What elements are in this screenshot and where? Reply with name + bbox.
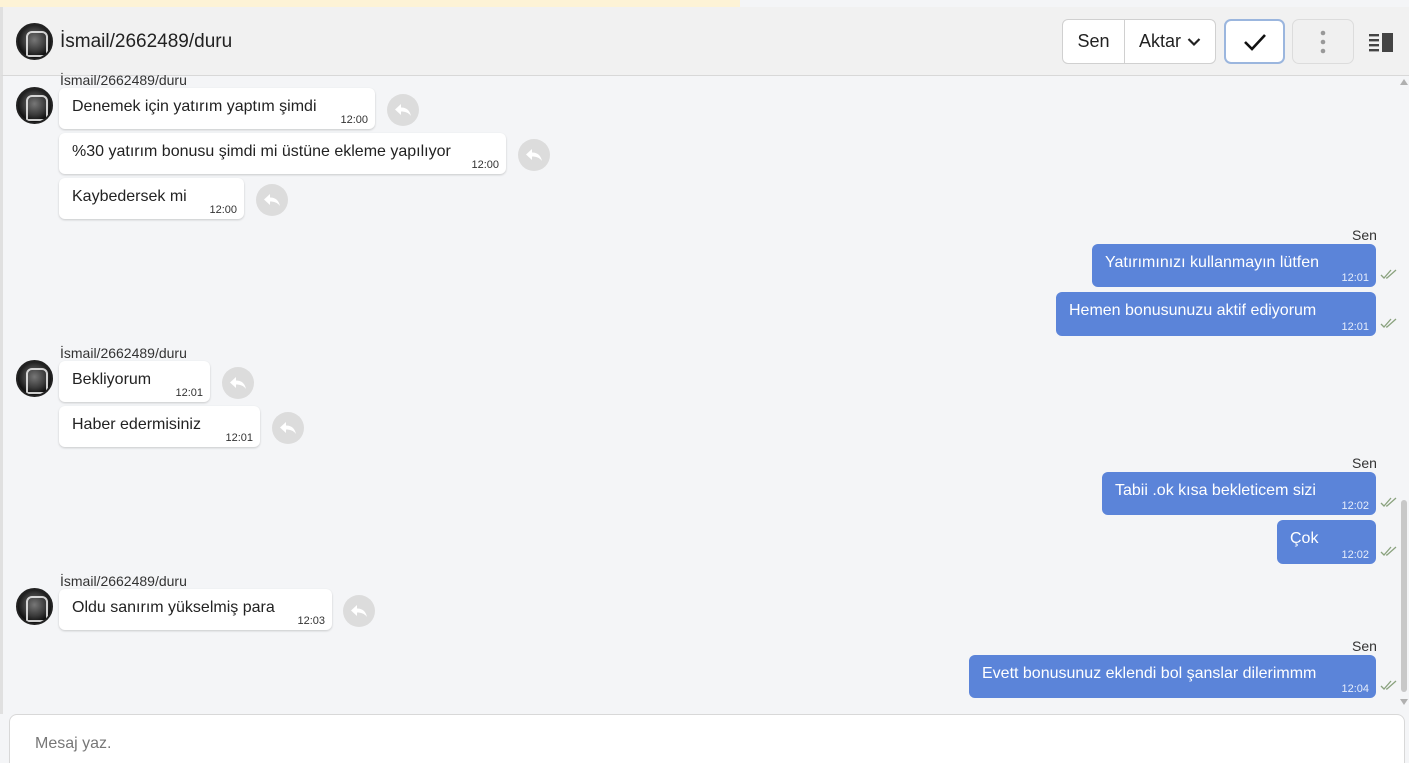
incoming-message[interactable]: Oldu sanırım yükselmiş para 12:03 <box>59 589 332 630</box>
message-time: 12:01 <box>225 432 253 444</box>
message-list[interactable]: İsmail/2662489/duru Denemek için yatırım… <box>0 72 1409 714</box>
incoming-message[interactable]: Kaybedersek mi 12:00 <box>59 178 244 219</box>
assign-self-button[interactable]: Sen <box>1063 20 1125 63</box>
outgoing-message[interactable]: Hemen bonusunuzu aktif ediyorum 12:01 <box>1056 292 1376 336</box>
reply-button[interactable] <box>256 184 288 216</box>
notification-strip <box>0 0 740 7</box>
message-text: Hemen bonusunuzu aktif ediyorum <box>1069 302 1317 319</box>
more-options-button[interactable] <box>1292 19 1354 64</box>
message-text: Haber edermisiniz <box>72 416 201 433</box>
scroll-down-arrow[interactable] <box>1400 699 1408 705</box>
message-time: 12:00 <box>209 204 237 216</box>
chevron-down-icon <box>1187 37 1201 46</box>
sender-name: İsmail/2662489/duru <box>60 72 187 88</box>
message-time: 12:02 <box>1341 549 1369 561</box>
sender-avatar <box>16 87 53 124</box>
reply-icon <box>526 149 542 161</box>
message-text: Oldu sanırım yükselmiş para <box>72 599 275 616</box>
sender-name: Sen <box>1352 638 1377 654</box>
check-icon <box>1243 33 1266 51</box>
read-receipt-icon <box>1380 546 1397 556</box>
message-text: Kaybedersek mi <box>72 188 187 205</box>
message-text: %30 yatırım bonusu şimdi mi üstüne eklem… <box>72 143 451 160</box>
chat-header: İsmail/2662489/duru Sen Aktar <box>0 7 1409 76</box>
scrollbar-thumb[interactable] <box>1401 500 1407 692</box>
reply-icon <box>280 422 296 434</box>
message-time: 12:01 <box>175 387 203 399</box>
reply-button[interactable] <box>222 367 254 399</box>
sender-name: Sen <box>1352 227 1377 243</box>
transfer-dropdown-button[interactable]: Aktar <box>1125 20 1215 63</box>
message-time: 12:00 <box>340 114 368 126</box>
sender-name: İsmail/2662489/duru <box>60 345 187 361</box>
side-panel-icon <box>1369 33 1393 52</box>
reply-button[interactable] <box>518 139 550 171</box>
read-receipt-icon <box>1380 497 1397 507</box>
message-time: 12:02 <box>1341 500 1369 512</box>
incoming-message[interactable]: Haber edermisiniz 12:01 <box>59 406 260 447</box>
outgoing-message[interactable]: Tabii .ok kısa bekleticem sizi 12:02 <box>1102 472 1376 515</box>
read-receipt-icon <box>1380 318 1397 328</box>
more-vertical-icon <box>1320 30 1326 53</box>
reply-icon <box>395 104 411 116</box>
reply-button[interactable] <box>343 595 375 627</box>
read-receipt-icon <box>1380 269 1397 279</box>
reply-button[interactable] <box>387 94 419 126</box>
outgoing-message[interactable]: Yatırımınızı kullanmayın lütfen 12:01 <box>1092 244 1376 287</box>
resolve-button[interactable] <box>1224 19 1285 64</box>
message-text: Tabii .ok kısa bekleticem sizi <box>1115 482 1316 499</box>
incoming-message[interactable]: %30 yatırım bonusu şimdi mi üstüne eklem… <box>59 133 506 174</box>
message-text: Denemek için yatırım yaptım şimdi <box>72 98 317 115</box>
message-composer <box>9 714 1405 763</box>
message-time: 12:03 <box>297 615 325 627</box>
message-time: 12:04 <box>1341 683 1369 695</box>
incoming-message[interactable]: Denemek için yatırım yaptım şimdi 12:00 <box>59 88 375 129</box>
message-text: Çok <box>1290 530 1319 547</box>
assign-button-group: Sen Aktar <box>1062 19 1216 64</box>
message-text: Bekliyorum <box>72 371 152 388</box>
message-time: 12:01 <box>1341 321 1369 333</box>
read-receipt-icon <box>1380 680 1397 690</box>
sender-name: İsmail/2662489/duru <box>60 573 187 589</box>
message-time: 12:00 <box>471 159 499 171</box>
outgoing-message[interactable]: Evett bonusunuz eklendi bol şanslar dile… <box>969 655 1376 698</box>
contact-avatar[interactable] <box>16 23 53 60</box>
message-input[interactable] <box>35 735 1335 753</box>
incoming-message[interactable]: Bekliyorum 12:01 <box>59 361 210 402</box>
reply-icon <box>351 605 367 617</box>
sender-avatar <box>16 588 53 625</box>
message-text: Yatırımınızı kullanmayın lütfen <box>1105 254 1320 271</box>
reply-button[interactable] <box>272 412 304 444</box>
reply-icon <box>264 194 280 206</box>
toggle-side-panel-button[interactable] <box>1366 29 1396 55</box>
scroll-up-arrow[interactable] <box>1400 79 1408 85</box>
contact-name: İsmail/2662489/duru <box>60 31 233 52</box>
sender-avatar <box>16 360 53 397</box>
reply-icon <box>230 377 246 389</box>
transfer-label: Aktar <box>1138 31 1181 51</box>
sender-name: Sen <box>1352 455 1377 471</box>
message-text: Evett bonusunuz eklendi bol şanslar dile… <box>982 665 1317 682</box>
outgoing-message[interactable]: Çok 12:02 <box>1277 520 1376 564</box>
message-time: 12:01 <box>1341 272 1369 284</box>
